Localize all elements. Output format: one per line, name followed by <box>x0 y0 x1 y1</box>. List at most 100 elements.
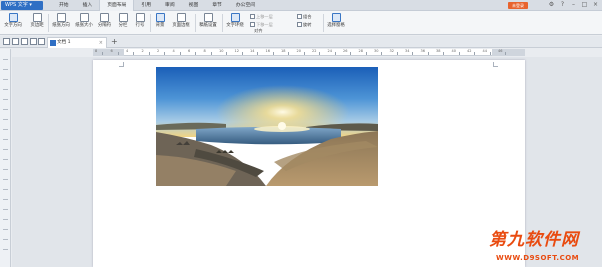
columns-button[interactable]: 分栏 <box>116 11 130 35</box>
crop-mark <box>493 62 498 67</box>
ruler-tick <box>3 59 8 60</box>
ruler-tick <box>3 139 8 140</box>
skin-icon[interactable]: ⚙ <box>547 1 556 9</box>
document-tab-bar: 文档 1 × + <box>0 36 602 48</box>
ruler-tick <box>334 52 336 55</box>
ruler-tick <box>3 99 8 100</box>
menu-chapter[interactable]: 章节 <box>205 0 229 11</box>
ruler-tick <box>365 52 367 55</box>
ruler-number: 24 <box>327 49 332 53</box>
ruler-number: 32 <box>389 49 394 53</box>
page-border-button[interactable]: 页面边框 <box>170 11 192 35</box>
ruler-tick <box>3 109 8 110</box>
ruler-tick <box>396 52 398 55</box>
ruler-tick <box>3 79 8 80</box>
horizontal-ruler: 8 6 4 2 2 4 6 8 10 12 14 16 18 20 22 24 26 28 30 32 34 36 38 40… <box>93 49 525 56</box>
background-icon <box>155 13 165 22</box>
close-icon[interactable]: × <box>99 38 103 48</box>
save-icon[interactable] <box>12 38 19 45</box>
document-tab[interactable]: 文档 1 × <box>47 37 107 48</box>
minimize-icon[interactable]: – <box>569 1 578 9</box>
ruler-number: 6 <box>110 49 113 53</box>
ruler-tick <box>272 52 274 55</box>
panorama-image <box>156 67 378 186</box>
ruler-tick <box>505 52 506 55</box>
bring-forward-button[interactable]: 上移一层 <box>250 13 273 20</box>
ruler-tick <box>288 52 289 55</box>
align-button[interactable]: 对齐 <box>254 27 262 34</box>
print-icon[interactable] <box>21 38 28 45</box>
rotate-button[interactable]: 旋转 <box>297 21 311 28</box>
ruler-number: 6 <box>188 49 191 53</box>
plus-icon[interactable]: + <box>111 37 118 47</box>
ruler-tick <box>3 229 8 230</box>
draft-setting-button[interactable]: 稿纸设置 <box>197 11 219 35</box>
line-numbers-button[interactable]: 行号 <box>133 11 147 35</box>
maximize-icon[interactable]: □ <box>580 1 589 9</box>
help-icon[interactable]: ? <box>558 1 567 9</box>
separator-button[interactable]: 分隔符 <box>96 11 113 35</box>
menu-view[interactable]: 视图 <box>182 0 206 11</box>
ruler-tick <box>226 52 227 55</box>
background-button[interactable]: 背景 <box>153 11 167 35</box>
separator-icon <box>100 13 109 22</box>
menu-review[interactable]: 审阅 <box>158 0 182 11</box>
ruler-tick <box>427 52 429 55</box>
ruler-tick <box>412 52 413 55</box>
paper-size-button[interactable]: 纸张大小 <box>74 11 94 35</box>
paper-size-icon <box>79 13 89 22</box>
group-icon <box>297 14 302 19</box>
ruler-number: 44 <box>482 49 487 53</box>
ruler-tick <box>195 52 196 55</box>
inserted-photo[interactable] <box>156 67 378 186</box>
new-doc-icon[interactable] <box>3 38 10 45</box>
page-border-icon <box>176 13 186 22</box>
app-title: WPS 文字 <box>5 2 28 8</box>
ruler-number: 34 <box>405 49 410 53</box>
ruler-number: 20 <box>296 49 301 53</box>
redo-icon[interactable] <box>38 38 45 45</box>
watermark-logo: 第九软件网 <box>489 230 579 250</box>
ruler-tick <box>458 52 460 55</box>
undo-icon[interactable] <box>30 38 37 45</box>
ruler-tick <box>3 189 8 190</box>
wps-doc-icon <box>50 40 56 46</box>
selection-pane-button[interactable]: 选择窗格 <box>325 11 347 35</box>
ruler-number: 16 <box>265 49 270 53</box>
ribbon-divider <box>48 14 49 32</box>
ruler-tick <box>489 52 491 55</box>
main-menu: 开始 插入 页面布局 引用 审阅 视图 章节 办公空间 <box>52 0 262 11</box>
window-close-icon[interactable]: × <box>591 1 600 9</box>
app-menu-button[interactable]: WPS 文字 ▾ <box>1 1 43 10</box>
ruler-number: 28 <box>358 49 363 53</box>
ruler-tick <box>3 199 8 200</box>
menu-insert[interactable]: 插入 <box>76 0 100 11</box>
selection-pane-icon <box>331 13 341 22</box>
document-tab-title: 文档 1 <box>57 40 71 45</box>
line-numbers-icon <box>135 13 145 22</box>
draft-setting-icon <box>203 13 213 22</box>
ruler-number: 30 <box>374 49 379 53</box>
menu-references[interactable]: 引用 <box>134 0 158 11</box>
menu-page-layout[interactable]: 页面布局 <box>99 0 135 11</box>
margins-button[interactable]: 页边距 <box>28 11 46 35</box>
ruler-tick <box>164 52 165 55</box>
menu-home[interactable]: 开始 <box>52 0 76 11</box>
menu-office-space[interactable]: 办公空间 <box>229 0 262 11</box>
ruler-tick <box>3 209 8 210</box>
login-button[interactable]: 未登录 <box>508 2 528 9</box>
ruler-tick <box>3 129 8 130</box>
text-direction-button[interactable]: 文字方向 <box>3 11 23 35</box>
text-wrap-button[interactable]: 文字环绕 <box>224 11 246 35</box>
ruler-number: 22 <box>312 49 317 53</box>
ruler-tick <box>3 219 8 220</box>
ruler-number: 38 <box>436 49 441 53</box>
ribbon-divider <box>323 14 324 32</box>
ruler-number: 42 <box>467 49 472 53</box>
orientation-button[interactable]: 纸张方向 <box>51 11 71 35</box>
ruler-tick <box>257 52 258 55</box>
ribbon-divider <box>222 14 223 32</box>
ruler-margin-right <box>492 49 525 56</box>
ruler-margin-left <box>93 49 124 56</box>
group-button[interactable]: 组合 <box>297 13 311 20</box>
